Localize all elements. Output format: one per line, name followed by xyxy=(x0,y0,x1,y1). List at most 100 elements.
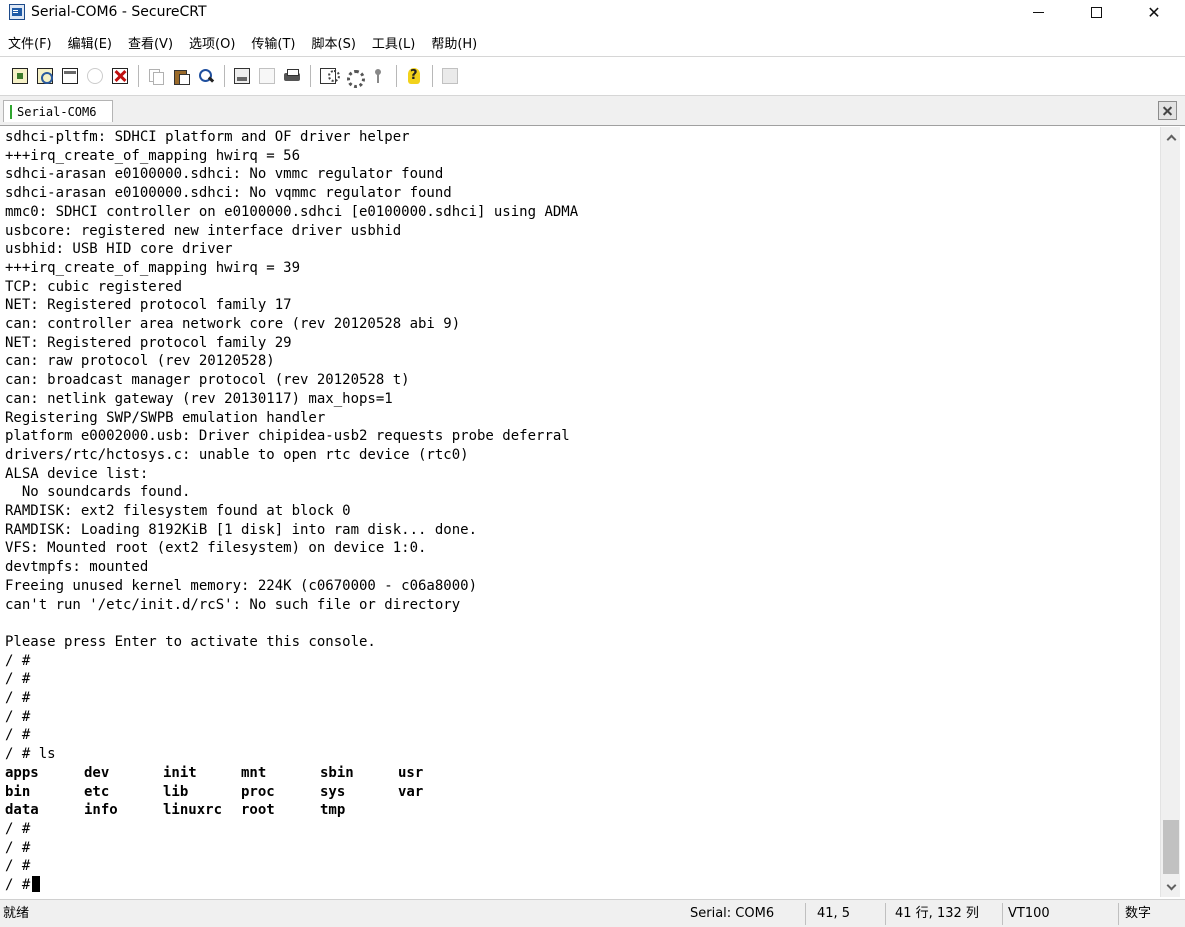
menu-options[interactable]: 选项(O) xyxy=(189,33,235,52)
ls-entry: bin xyxy=(5,783,31,800)
copy-button[interactable] xyxy=(145,65,167,87)
status-divider xyxy=(885,903,886,925)
paste-icon xyxy=(173,68,190,85)
scroll-down-button[interactable] xyxy=(1161,877,1181,897)
securecrt-app-icon[interactable] xyxy=(9,4,25,20)
print-selection-button[interactable] xyxy=(256,65,278,87)
tab-serial-com6[interactable]: Serial-COM6 xyxy=(3,100,113,122)
scroll-up-button[interactable] xyxy=(1161,127,1181,147)
reconnect-icon xyxy=(87,68,103,84)
toolbar-separator xyxy=(224,65,225,87)
menu-tools[interactable]: 工具(L) xyxy=(372,33,415,52)
quick-connect-button[interactable] xyxy=(34,65,56,87)
keymap-icon xyxy=(370,68,386,84)
close-tab-button[interactable] xyxy=(1158,101,1177,120)
ls-entry: init xyxy=(163,764,197,781)
chevron-down-icon xyxy=(1166,880,1176,890)
terminal-line: / # xyxy=(5,708,31,725)
terminal-line: ALSA device list: xyxy=(5,465,149,482)
terminal-line: Registering SWP/SWPB emulation handler xyxy=(5,409,326,426)
global-options-button[interactable] xyxy=(342,65,365,88)
terminal-line: Please press Enter to activate this cons… xyxy=(5,633,376,650)
terminal-line: NET: Registered protocol family 17 xyxy=(5,297,292,314)
connection-status-indicator xyxy=(10,104,12,119)
terminal-line: mmc0: SDHCI controller on e0100000.sdhci… xyxy=(5,203,579,220)
status-divider xyxy=(1002,903,1003,925)
menu-file[interactable]: 文件(F) xyxy=(8,33,52,52)
terminal-line: / # xyxy=(5,839,31,856)
help-icon xyxy=(406,68,422,84)
disconnect-button[interactable] xyxy=(109,65,131,87)
find-button[interactable] xyxy=(195,65,217,87)
quick-connect-icon xyxy=(37,68,53,84)
terminal-line: RAMDISK: Loading 8192KiB [1 disk] into r… xyxy=(5,521,478,538)
connect-in-tab-button[interactable] xyxy=(59,65,81,87)
terminal-line: platform e0002000.usb: Driver chipidea-u… xyxy=(5,428,570,445)
ls-entry: sys xyxy=(320,783,346,800)
cursor-position: 41, 5 xyxy=(817,906,851,921)
close-icon: ✕ xyxy=(1147,2,1161,22)
terminal-line: / # ls xyxy=(5,746,56,763)
menu-help[interactable]: 帮助(H) xyxy=(431,33,477,52)
keypad-button[interactable] xyxy=(439,65,461,87)
session-options-button[interactable] xyxy=(317,65,340,87)
global-options-icon xyxy=(345,68,365,88)
terminal-scrollbar[interactable] xyxy=(1160,127,1180,897)
minimize-button[interactable] xyxy=(1009,0,1067,24)
maximize-button[interactable] xyxy=(1067,0,1125,24)
ls-entry: var xyxy=(398,783,424,800)
terminal-line: devtmpfs: mounted xyxy=(5,559,149,576)
ls-entry: tmp xyxy=(320,802,346,819)
connect-icon xyxy=(12,68,28,84)
keymap-button[interactable] xyxy=(367,65,389,87)
terminal-line: / # xyxy=(5,671,31,688)
help-button[interactable] xyxy=(403,65,425,87)
terminal-line: / # xyxy=(5,820,31,837)
connect-button[interactable] xyxy=(9,65,31,87)
maximize-icon xyxy=(1090,6,1102,18)
close-button[interactable]: ✕ xyxy=(1125,0,1183,24)
terminal-output[interactable]: sdhci-pltfm: SDHCI platform and OF drive… xyxy=(0,127,1160,897)
terminal-line: +++irq_create_of_mapping hwirq = 56 xyxy=(5,147,301,164)
keypad-icon xyxy=(442,68,458,84)
terminal-line: can: netlink gateway (rev 20130117) max_… xyxy=(5,390,393,407)
tab-label: Serial-COM6 xyxy=(17,104,97,119)
ls-entry: proc xyxy=(241,783,275,800)
terminal-line: Freeing unused kernel memory: 224K (c067… xyxy=(5,577,478,594)
toolbar-separator xyxy=(432,65,433,87)
terminal-line: / # xyxy=(5,858,31,875)
title-bar: Serial-COM6 - SecureCRT ✕ xyxy=(0,0,1185,24)
ls-entry: root xyxy=(241,802,275,819)
terminal-prompt-line: / # xyxy=(5,876,41,895)
ls-entry: lib xyxy=(163,783,189,800)
menu-script[interactable]: 脚本(S) xyxy=(312,33,356,52)
print-icon xyxy=(284,68,300,84)
disconnect-icon xyxy=(112,68,128,84)
menu-edit[interactable]: 编辑(E) xyxy=(68,33,112,52)
status-divider xyxy=(805,903,806,925)
terminal-line: RAMDISK: ext2 filesystem found at block … xyxy=(5,503,351,519)
menu-transfer[interactable]: 传输(T) xyxy=(251,33,295,52)
toolbar-separator xyxy=(396,65,397,87)
scroll-thumb[interactable] xyxy=(1163,820,1179,874)
terminal-line: NET: Registered protocol family 29 xyxy=(5,334,292,351)
session-options-icon xyxy=(320,68,340,84)
ls-entry: data xyxy=(5,802,39,819)
terminal-line: sdhci-arasan e0100000.sdhci: No vqmmc re… xyxy=(5,185,452,202)
terminal-line: sdhci-pltfm: SDHCI platform and OF drive… xyxy=(5,129,410,145)
paste-button[interactable] xyxy=(170,65,192,87)
ls-entry: mnt xyxy=(241,764,267,781)
print-button[interactable] xyxy=(281,65,303,87)
terminal-line: / # xyxy=(5,652,31,669)
menu-view[interactable]: 查看(V) xyxy=(128,33,173,52)
terminal-line: No soundcards found. xyxy=(5,484,191,501)
terminal-line: can't run '/etc/init.d/rcS': No such fil… xyxy=(5,596,461,613)
terminal-line: can: raw protocol (rev 20120528) xyxy=(5,353,275,370)
terminal-line: sdhci-arasan e0100000.sdhci: No vmmc reg… xyxy=(5,166,444,183)
connect-in-tab-icon xyxy=(62,68,78,84)
reconnect-button[interactable] xyxy=(84,65,106,87)
status-bar: 就绪 Serial: COM6 41, 5 41 行, 132 列 VT100 … xyxy=(0,899,1185,927)
terminal-line: usbcore: registered new interface driver… xyxy=(5,222,402,239)
print-setup-button[interactable] xyxy=(231,65,253,87)
print-setup-icon xyxy=(234,68,250,84)
